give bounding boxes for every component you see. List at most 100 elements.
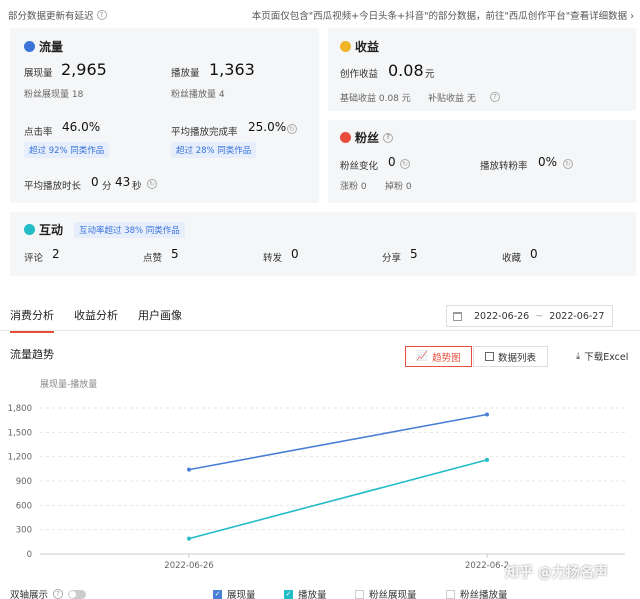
conversion-label: 播放转粉率 bbox=[480, 161, 528, 172]
date-range-picker[interactable]: 2022-06-26 ~ 2022-06-27 bbox=[446, 305, 613, 327]
interaction-title: 互动 bbox=[24, 221, 63, 238]
tab-divider bbox=[0, 330, 640, 331]
subsidy-help-icon[interactable]: ? bbox=[490, 92, 500, 102]
impressions-label: 展现量 bbox=[24, 68, 53, 79]
fans-help-icon[interactable]: ? bbox=[383, 132, 394, 143]
trend-icon: 📈 bbox=[416, 351, 429, 362]
interaction-card: 互动 互动率超过 38% 同类作品 评论 2 点赞 5 转发 0 分享 5 收藏… bbox=[10, 212, 636, 276]
y-tick-label: 900 bbox=[16, 477, 32, 487]
checkbox-fan-impressions[interactable] bbox=[355, 589, 364, 599]
table-icon bbox=[484, 352, 494, 361]
basic-income: 基础收益 0.08 元 bbox=[340, 94, 411, 104]
legend-item-plays[interactable]: ✓ 播放量 bbox=[284, 587, 327, 599]
y-tick-label: 1,800 bbox=[8, 404, 32, 414]
help-icon[interactable]: ? bbox=[96, 10, 107, 20]
fan-impressions: 粉丝展现量 18 bbox=[24, 90, 84, 100]
ctr-value: 46.0% bbox=[62, 120, 101, 134]
legend-item-impressions[interactable]: ✓ 展现量 bbox=[213, 587, 256, 599]
traffic-icon bbox=[24, 41, 35, 52]
y-tick-label: 1,200 bbox=[8, 453, 32, 463]
data-point[interactable] bbox=[187, 536, 191, 541]
plays-value: 1,363 bbox=[209, 60, 255, 79]
checkbox-fan-plays[interactable] bbox=[446, 589, 455, 599]
income-title: 收益 bbox=[340, 38, 379, 55]
fans-change-value: 0 bbox=[388, 155, 396, 169]
impressions-value: 2,965 bbox=[61, 60, 107, 79]
platform-notice-link[interactable]: 本页面仅包含"西瓜视频+今日头条+抖音"的部分数据，前往"西瓜创作平台"查看详细… bbox=[252, 8, 634, 22]
creation-income-value: 0.08 bbox=[388, 61, 424, 80]
download-icon: ⤓ bbox=[576, 350, 581, 362]
completion-tag: 超过 28% 同类作品 bbox=[171, 142, 257, 158]
delay-notice: 部分数据更新有延迟 bbox=[8, 11, 94, 22]
min-unit: 分 bbox=[102, 181, 112, 192]
plays-label: 播放量 bbox=[171, 68, 200, 79]
completion-label: 平均播放完成率 bbox=[171, 127, 238, 138]
interaction-value-comments: 2 bbox=[52, 247, 60, 261]
calendar-icon bbox=[453, 311, 462, 321]
data-point[interactable] bbox=[485, 412, 489, 417]
creation-income-label: 创作收益 bbox=[340, 69, 379, 80]
ctr-label: 点击率 bbox=[24, 127, 53, 138]
avg-duration-label: 平均播放时长 bbox=[24, 181, 82, 192]
y-tick-label: 0 bbox=[27, 550, 32, 560]
y-tick-label: 1,500 bbox=[8, 428, 32, 438]
income-coin-icon bbox=[340, 41, 351, 52]
x-tick-label: 2022-06-26 bbox=[164, 561, 213, 571]
checkbox-impressions[interactable]: ✓ bbox=[213, 589, 222, 599]
interaction-value-shares: 5 bbox=[410, 247, 418, 261]
income-card: 收益 创作收益 0.08 元 基础收益 0.08 元 补贴收益 无 ? bbox=[328, 28, 636, 111]
interaction-label-favorites: 收藏 bbox=[502, 253, 522, 264]
conversion-value: 0% bbox=[538, 155, 558, 169]
completion-refresh-icon[interactable]: ↻ bbox=[287, 124, 297, 134]
y-tick-label: 300 bbox=[16, 526, 32, 536]
duration-refresh-icon[interactable]: ↻ bbox=[147, 179, 157, 189]
y-tick-label: 600 bbox=[16, 501, 32, 511]
checkbox-plays[interactable]: ✓ bbox=[284, 589, 293, 599]
top-notice-bar: 部分数据更新有延迟 ? 本页面仅包含"西瓜视频+今日头条+抖音"的部分数据，前往… bbox=[8, 8, 634, 22]
fans-title: 粉丝 ? bbox=[340, 129, 394, 146]
traffic-title: 流量 bbox=[24, 38, 63, 55]
series-line-0 bbox=[188, 413, 488, 471]
y-axis-label: 展现量-播放量 bbox=[40, 378, 97, 390]
completion-value: 25.0% bbox=[248, 120, 287, 134]
interaction-label-shares: 分享 bbox=[382, 253, 402, 264]
traffic-trend-title: 流量趋势 bbox=[10, 348, 54, 361]
fans-card: 粉丝 ? 粉丝变化 0 ↻ 播放转粉率 0% ↻ 涨粉 0 掉粉 0 bbox=[328, 120, 636, 203]
data-point[interactable] bbox=[485, 457, 489, 462]
income-unit: 元 bbox=[425, 69, 435, 80]
download-excel-button[interactable]: ⤓ 下载Excel bbox=[576, 349, 628, 364]
interaction-value-favorites: 0 bbox=[530, 247, 538, 261]
ctr-tag: 超过 92% 同类作品 bbox=[24, 142, 110, 158]
interaction-label-comments: 评论 bbox=[24, 253, 44, 264]
x-tick-label: 2022-06-2 bbox=[465, 561, 509, 571]
avg-duration-sec: 43 bbox=[115, 175, 131, 189]
series-line-1 bbox=[188, 459, 488, 540]
data-point[interactable] bbox=[187, 467, 191, 472]
interaction-tag: 互动率超过 38% 同类作品 bbox=[74, 222, 185, 238]
fans-loss: 掉粉 0 bbox=[385, 182, 412, 192]
watermark: 知乎 @力扬名声 bbox=[505, 565, 608, 581]
fans-refresh-icon[interactable]: ↻ bbox=[400, 159, 410, 169]
dual-axis-help-icon[interactable]: ? bbox=[53, 589, 64, 599]
legend-item-fan-impressions[interactable]: 粉丝展现量 bbox=[355, 587, 417, 599]
date-end: 2022-06-27 bbox=[549, 310, 605, 322]
traffic-card: 流量 展现量 2,965 播放量 1,363 粉丝展现量 18 粉丝播放量 4 … bbox=[10, 28, 319, 203]
sec-unit: 秒 bbox=[132, 181, 142, 192]
interaction-label-likes: 点赞 bbox=[143, 253, 163, 264]
conversion-refresh-icon[interactable]: ↻ bbox=[563, 159, 573, 169]
interaction-value-reposts: 0 bbox=[291, 247, 299, 261]
dual-axis-toggle[interactable] bbox=[68, 589, 87, 599]
dual-axis-control: 双轴展示 ? bbox=[10, 587, 87, 599]
data-list-button[interactable]: 数据列表 bbox=[473, 346, 548, 367]
trend-chart-button[interactable]: 📈 趋势图 bbox=[405, 346, 472, 367]
fans-icon bbox=[340, 132, 351, 143]
legend-item-fan-plays[interactable]: 粉丝播放量 bbox=[446, 587, 508, 599]
fans-change-label: 粉丝变化 bbox=[340, 161, 379, 172]
dual-axis-label: 双轴展示 bbox=[10, 590, 49, 599]
subsidy-income: 补贴收益 无 bbox=[428, 94, 476, 104]
interaction-value-likes: 5 bbox=[171, 247, 179, 261]
fans-gain: 涨粉 0 bbox=[340, 182, 367, 192]
interaction-label-reposts: 转发 bbox=[263, 253, 283, 264]
date-separator: ~ bbox=[535, 310, 544, 322]
avg-duration-min: 0 bbox=[91, 175, 99, 189]
